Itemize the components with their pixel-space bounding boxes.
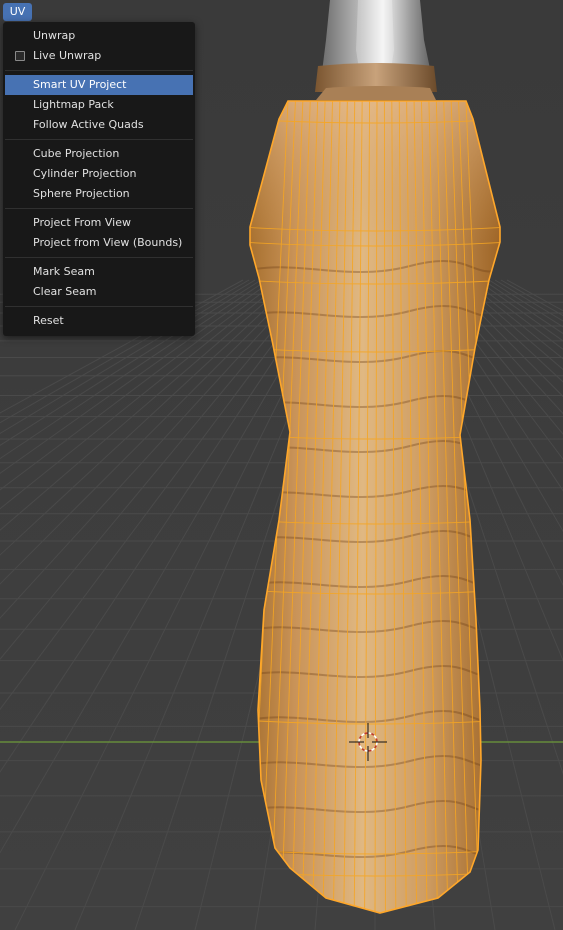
menu-item-label: Cylinder Projection <box>33 167 137 180</box>
menu-item-reset[interactable]: Reset <box>5 311 193 331</box>
menu-item-smart-uv-project[interactable]: Smart UV Project <box>5 75 193 95</box>
menu-separator <box>5 306 193 307</box>
menu-item-label: Follow Active Quads <box>33 118 144 131</box>
menu-separator <box>5 257 193 258</box>
menu-item-lightmap-pack[interactable]: Lightmap Pack <box>5 95 193 115</box>
menu-separator <box>5 70 193 71</box>
menu-item-label: Sphere Projection <box>33 187 130 200</box>
menu-item-label: Live Unwrap <box>33 49 102 62</box>
menu-item-label: Clear Seam <box>33 285 97 298</box>
menu-item-unwrap[interactable]: Unwrap <box>5 26 193 46</box>
menu-item-live-unwrap[interactable]: Live Unwrap <box>5 46 193 66</box>
menu-item-label: Lightmap Pack <box>33 98 114 111</box>
menu-item-cube-projection[interactable]: Cube Projection <box>5 144 193 164</box>
menu-item-label: Reset <box>33 314 64 327</box>
uv-dropdown-menu: Unwrap Live Unwrap Smart UV Project Ligh… <box>3 22 195 336</box>
menu-item-clear-seam[interactable]: Clear Seam <box>5 282 193 302</box>
menu-item-label: Cube Projection <box>33 147 120 160</box>
uv-menu-button[interactable]: UV <box>3 3 32 21</box>
menu-separator <box>5 208 193 209</box>
menu-item-label: Smart UV Project <box>33 78 127 91</box>
menu-item-mark-seam[interactable]: Mark Seam <box>5 262 193 282</box>
menu-item-follow-active-quads[interactable]: Follow Active Quads <box>5 115 193 135</box>
menu-item-label: Project From View <box>33 216 131 229</box>
menu-item-sphere-projection[interactable]: Sphere Projection <box>5 184 193 204</box>
menu-separator <box>5 139 193 140</box>
ferrule-ring <box>316 86 436 100</box>
menu-item-project-from-view[interactable]: Project From View <box>5 213 193 233</box>
menu-item-project-from-view-bounds[interactable]: Project from View (Bounds) <box>5 233 193 253</box>
checkbox-icon[interactable] <box>15 51 25 61</box>
menu-item-label: Mark Seam <box>33 265 95 278</box>
menu-item-cylinder-projection[interactable]: Cylinder Projection <box>5 164 193 184</box>
menu-item-label: Project from View (Bounds) <box>33 236 183 249</box>
menu-item-label: Unwrap <box>33 29 76 42</box>
